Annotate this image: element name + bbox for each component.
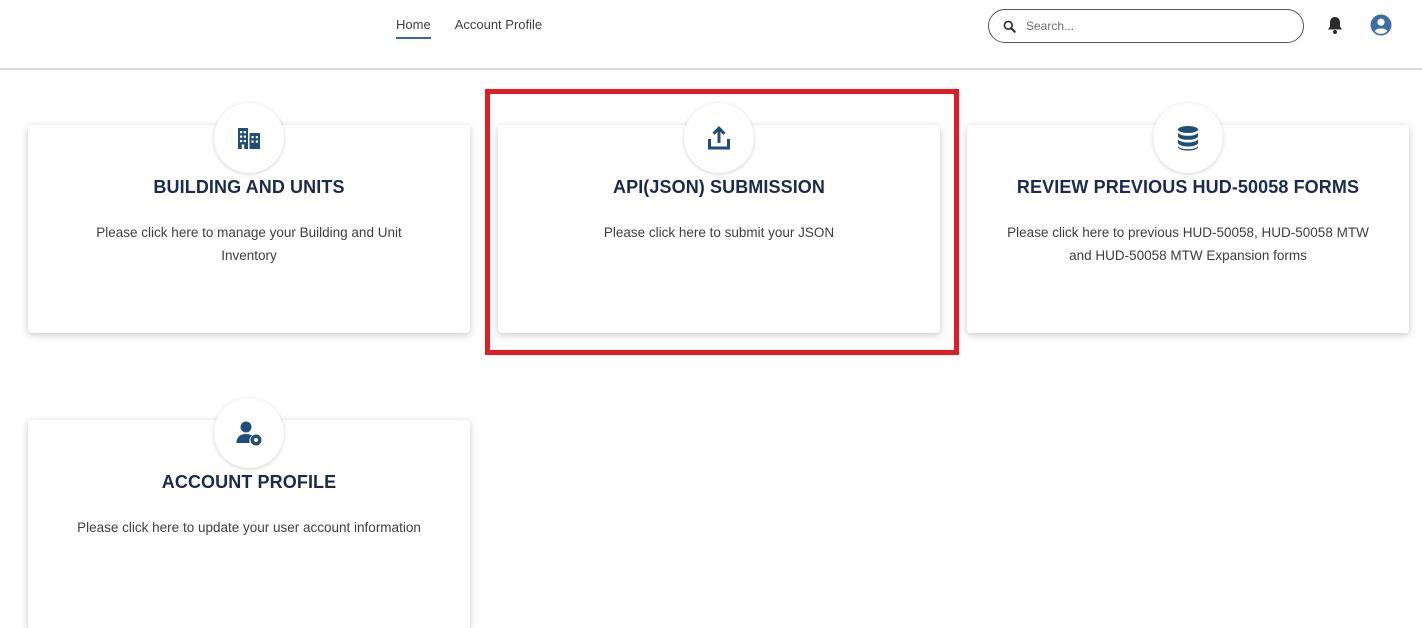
card-description: Please click here to manage your Buildin… [96,225,402,263]
card-description: Please click here to previous HUD-50058,… [1007,225,1369,263]
user-avatar-icon[interactable] [1370,14,1392,36]
card-title: REVIEW PREVIOUS HUD-50058 FORMS [1016,177,1360,197]
card-icon-badge [214,103,284,173]
database-icon [1178,126,1198,151]
nav-bar: Home Account Profile [396,17,542,39]
upload-icon [708,126,730,150]
card-title: ACCOUNT PROFILE [161,472,337,492]
card-title: BUILDING AND UNITS [153,177,345,197]
bell-icon[interactable] [1326,15,1344,35]
global-header: Home Account Profile [0,0,1422,70]
nav-tab-account-profile[interactable]: Account Profile [455,17,542,39]
card-icon-badge [214,398,284,468]
review-previous-forms-card[interactable]: REVIEW PREVIOUS HUD-50058 FORMS Please c… [967,103,1409,333]
building-and-units-card[interactable]: BUILDING AND UNITS Please click here to … [28,103,470,333]
building-icon [238,128,260,149]
card-icon-badge [684,103,754,173]
search-box[interactable] [988,9,1304,43]
card-description: Please click here to submit your JSON [603,225,835,240]
search-icon [1003,20,1016,33]
card-title: API(JSON) SUBMISSION [612,177,826,197]
card-icon-badge [1153,103,1223,173]
user-settings-icon [236,421,262,446]
api-json-submission-card[interactable]: API(JSON) SUBMISSION Please click here t… [498,103,940,333]
nav-tab-home[interactable]: Home [396,17,431,39]
account-profile-card[interactable]: ACCOUNT PROFILE Please click here to upd… [28,398,470,628]
card-description: Please click here to update your user ac… [77,520,421,535]
search-input[interactable] [1026,19,1276,33]
